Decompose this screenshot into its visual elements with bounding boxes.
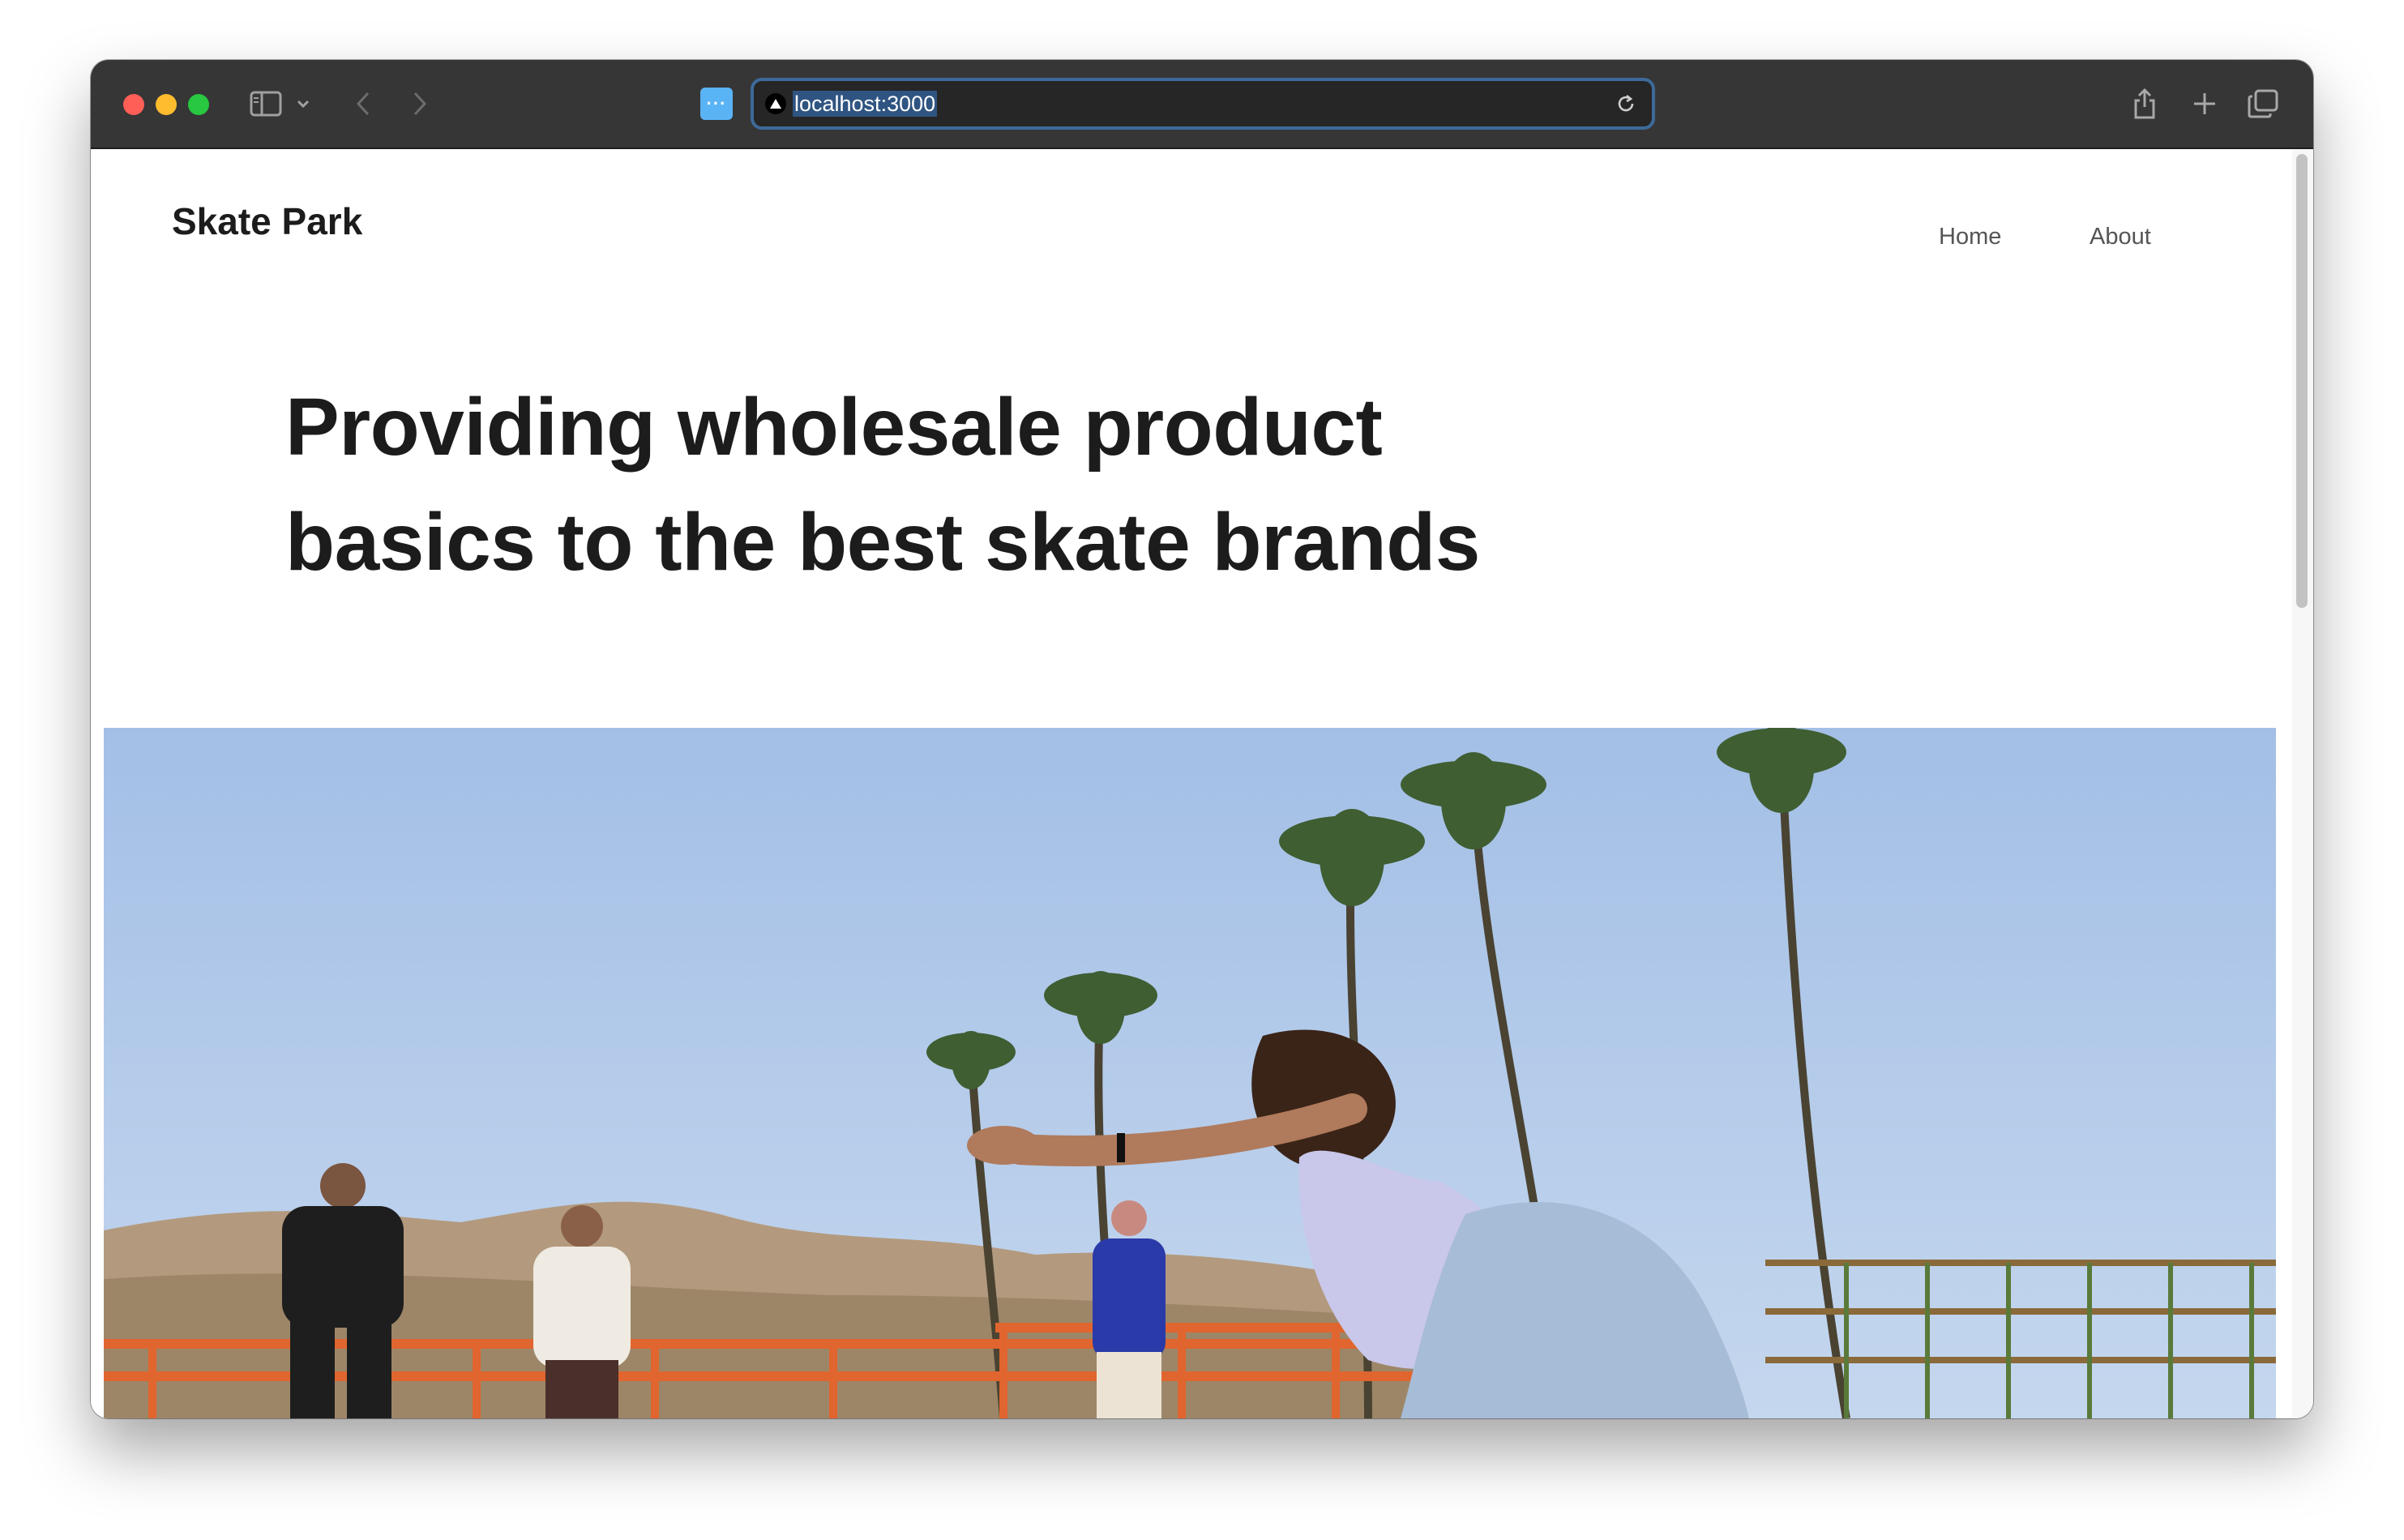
tab-favicon-icon[interactable]: ···: [700, 88, 733, 120]
web-page: Skate Park Home About Providing wholesal…: [91, 149, 2313, 1418]
hero-image: [104, 728, 2276, 1418]
nav-about-link[interactable]: About: [2090, 224, 2151, 250]
page-scrollbar[interactable]: [2292, 149, 2313, 1418]
reload-icon[interactable]: [1613, 91, 1639, 117]
nav-home-link[interactable]: Home: [1939, 224, 2001, 250]
chevron-left-icon[interactable]: [347, 88, 379, 120]
minimize-window-button[interactable]: [156, 94, 177, 115]
hero-headline-line-1: Providing wholesale product: [285, 382, 1383, 473]
hero-headline: Providing wholesale product basics to th…: [285, 370, 1582, 600]
address-bar[interactable]: localhost:3000: [751, 78, 1655, 130]
browser-window: ··· localhost:3000 Skate Park Home About…: [91, 60, 2313, 1418]
browser-toolbar: ··· localhost:3000: [91, 60, 2313, 149]
chevron-right-icon[interactable]: [404, 88, 436, 120]
zoom-window-button[interactable]: [188, 94, 209, 115]
plus-icon[interactable]: [2185, 84, 2224, 123]
chevron-down-icon[interactable]: [293, 92, 313, 115]
scrollbar-thumb[interactable]: [2296, 154, 2308, 608]
url-text[interactable]: localhost:3000: [793, 91, 938, 117]
sidebar-icon[interactable]: [248, 89, 284, 118]
close-window-button[interactable]: [123, 94, 144, 115]
site-favicon-icon: [765, 93, 786, 114]
share-icon[interactable]: [2125, 84, 2164, 123]
site-logo[interactable]: Skate Park: [172, 199, 362, 243]
hero-image-illustration: [104, 728, 2276, 1418]
hero-headline-line-2: basics to the best skate brands: [285, 497, 1480, 588]
tabs-overview-icon[interactable]: [2244, 84, 2282, 123]
